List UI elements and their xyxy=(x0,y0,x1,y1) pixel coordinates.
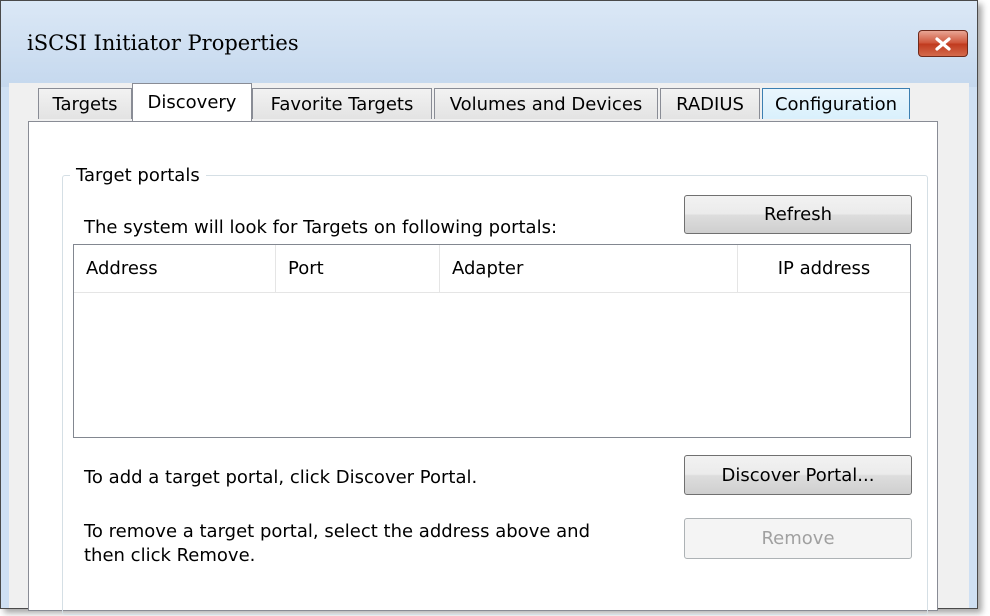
column-header-address[interactable]: Address xyxy=(74,245,276,292)
remove-portal-instruction-line1: To remove a target portal, select the ad… xyxy=(84,521,591,542)
tab-volumes-and-devices[interactable]: Volumes and Devices xyxy=(434,88,658,119)
portals-description: The system will look for Targets on foll… xyxy=(84,217,558,238)
close-icon xyxy=(935,36,951,51)
tab-discovery[interactable]: Discovery xyxy=(132,83,252,121)
column-header-adapter[interactable]: Adapter xyxy=(440,245,738,292)
tab-radius[interactable]: RADIUS xyxy=(660,88,760,119)
remove-portal-instruction-line2: then click Remove. xyxy=(84,545,256,566)
tab-targets[interactable]: Targets xyxy=(38,88,132,119)
list-header: Address Port Adapter IP address xyxy=(74,245,910,293)
add-portal-instruction: To add a target portal, click Discover P… xyxy=(84,467,478,488)
title-bar: iSCSI Initiator Properties xyxy=(1,1,977,87)
tab-configuration[interactable]: Configuration xyxy=(762,88,910,119)
target-portals-group-label: Target portals xyxy=(70,165,206,186)
refresh-button[interactable]: Refresh xyxy=(684,195,912,234)
window-title: iSCSI Initiator Properties xyxy=(27,31,299,55)
close-button[interactable] xyxy=(918,30,968,57)
remove-button[interactable]: Remove xyxy=(684,518,912,559)
column-header-port[interactable]: Port xyxy=(276,245,440,292)
tab-favorite-targets[interactable]: Favorite Targets xyxy=(252,88,432,119)
column-header-ip-address[interactable]: IP address xyxy=(738,245,910,292)
discover-portal-button[interactable]: Discover Portal... xyxy=(684,455,912,495)
target-portals-list[interactable]: Address Port Adapter IP address xyxy=(73,244,911,438)
